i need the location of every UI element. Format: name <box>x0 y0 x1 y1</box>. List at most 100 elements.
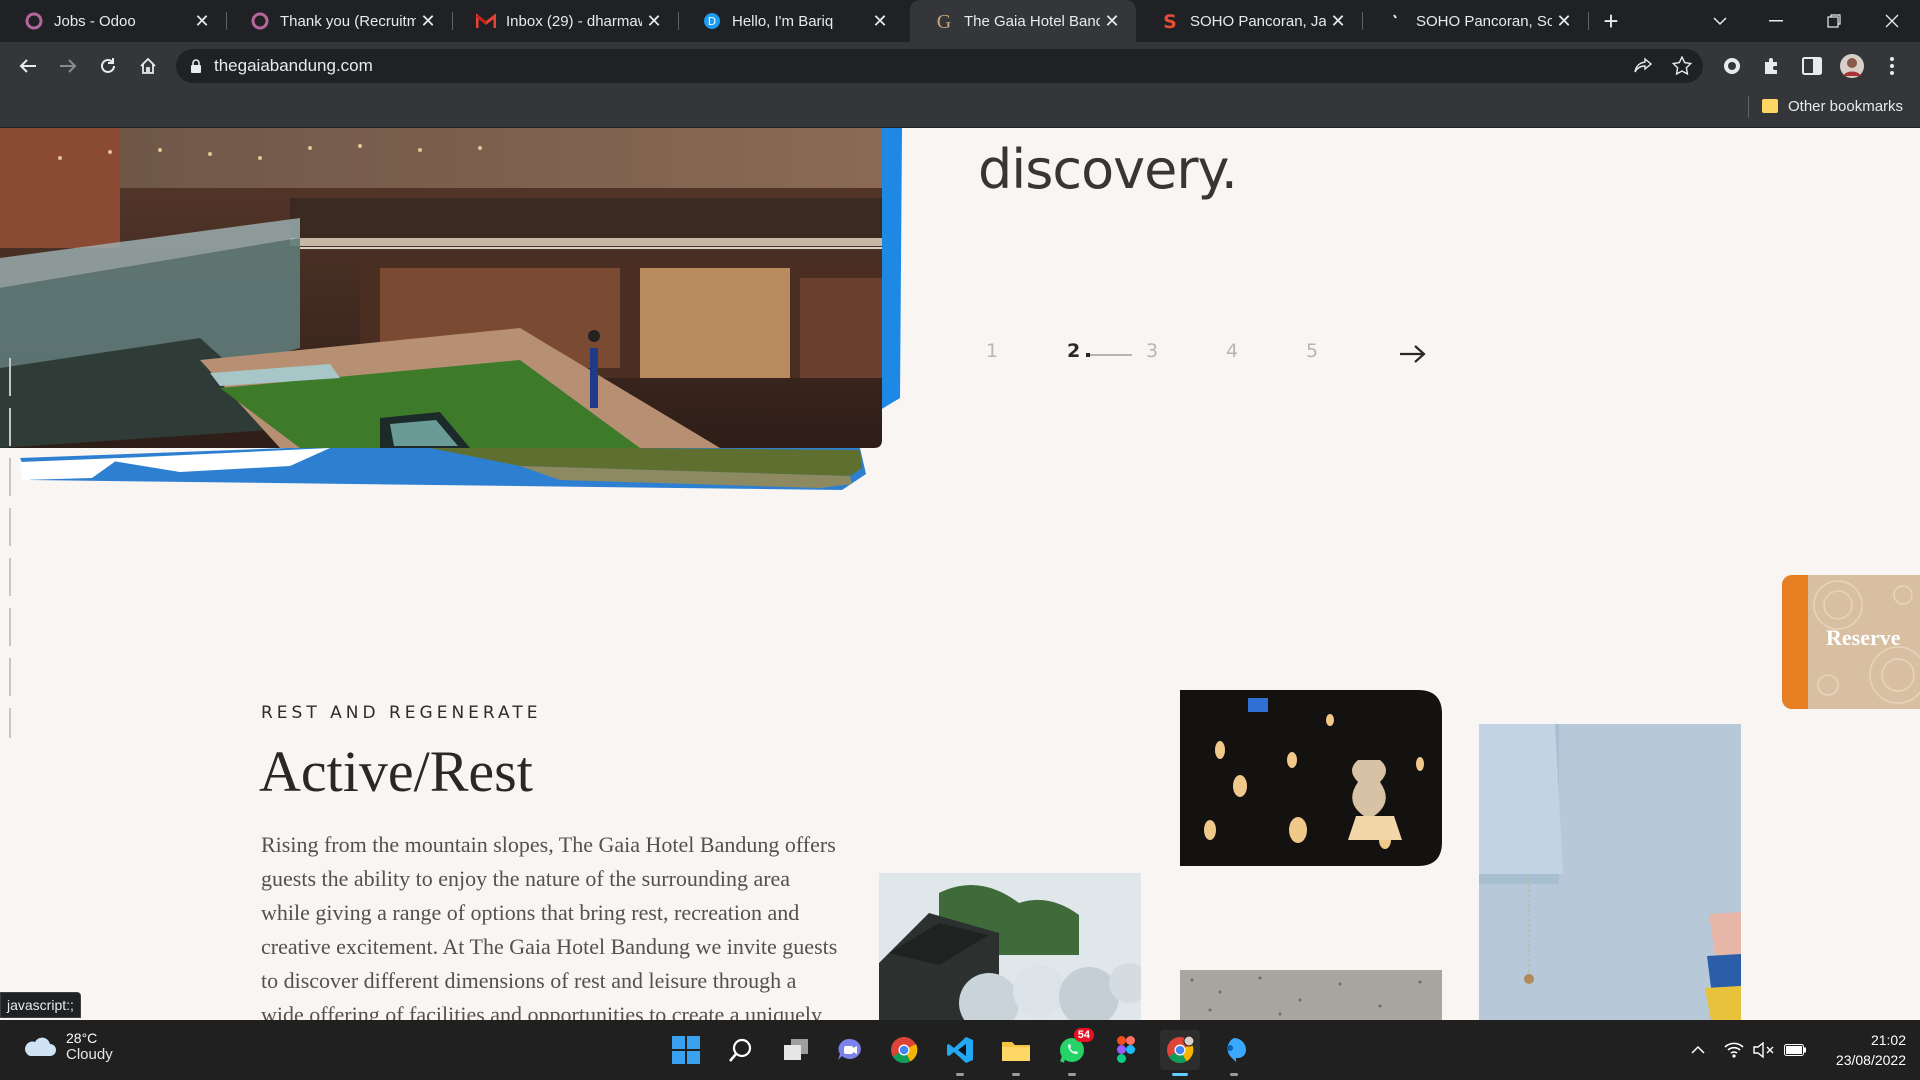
other-bookmarks-label: Other bookmarks <box>1788 97 1904 115</box>
whatsapp-taskbar-button[interactable]: 54 <box>1052 1028 1094 1076</box>
link-status-bubble: javascript:; <box>0 992 81 1018</box>
minimize-button[interactable] <box>1748 0 1804 42</box>
pager-item-1[interactable]: 1 <box>986 340 998 362</box>
home-icon <box>140 57 156 74</box>
close-icon <box>1885 14 1899 28</box>
forward-arrow-icon <box>60 59 77 73</box>
close-tab-icon[interactable]: ✕ <box>1552 9 1576 33</box>
restore-icon <box>1827 14 1841 28</box>
tab-title: Hello, I'm Bariq <box>732 12 834 30</box>
figma-taskbar-button[interactable] <box>1106 1030 1146 1070</box>
menu-kebab-icon[interactable] <box>1876 50 1908 82</box>
tab-soho-jakarta[interactable]: S SOHO Pancoran, Jaka ✕ <box>1136 0 1362 42</box>
close-tab-icon[interactable]: ✕ <box>416 9 440 33</box>
new-tab-button[interactable]: + <box>1596 6 1626 36</box>
hero-image-carousel[interactable] <box>0 128 920 498</box>
tab-soho-south[interactable]: SOHO Pancoran, Sout ✕ <box>1362 0 1588 42</box>
svg-text:D: D <box>708 15 716 28</box>
section-eyebrow: REST AND REGENERATE <box>261 703 542 723</box>
tab-search-button[interactable] <box>1692 0 1748 42</box>
back-button[interactable] <box>12 50 44 82</box>
pager-item-3[interactable]: 3 <box>1146 340 1158 362</box>
volume-muted-icon[interactable] <box>1752 1040 1776 1060</box>
chrome-icon <box>891 1037 918 1064</box>
chrome-profile-taskbar-button[interactable] <box>1160 1030 1200 1076</box>
web-page: and rest, revitalization, and discovery.… <box>0 128 1920 1020</box>
share-icon[interactable] <box>1631 54 1655 78</box>
wifi-icon[interactable] <box>1722 1040 1746 1060</box>
folder-icon <box>1002 1042 1030 1061</box>
running-indicator <box>1230 1073 1238 1076</box>
tab-title: Thank you (Recruitme <box>280 12 416 30</box>
close-tab-icon[interactable]: ✕ <box>1326 9 1350 33</box>
close-tab-icon[interactable]: ✕ <box>868 9 892 33</box>
weather-condition: Cloudy <box>66 1046 113 1063</box>
close-tab-icon[interactable]: ✕ <box>642 9 666 33</box>
search-button[interactable] <box>720 1030 760 1070</box>
tab-thank-you[interactable]: Thank you (Recruitme ✕ <box>226 0 452 42</box>
vscode-taskbar-button[interactable] <box>940 1030 980 1076</box>
tick-icon <box>1386 11 1406 31</box>
weather-widget[interactable]: 28°C Cloudy <box>22 1030 113 1063</box>
close-tab-icon[interactable]: ✕ <box>190 9 214 33</box>
extensions-puzzle-icon[interactable] <box>1756 50 1788 82</box>
reserve-label: Reserve <box>1826 625 1901 650</box>
d-icon: D <box>702 11 722 31</box>
gallery-image-lamp-stones[interactable] <box>1479 724 1741 1020</box>
carousel-pager: 1 2 3 4 5 <box>0 340 1500 370</box>
taskbar-clock[interactable]: 21:02 23/08/2022 <box>1820 1030 1906 1070</box>
other-bookmarks-button[interactable]: Other bookmarks <box>1762 94 1903 118</box>
pager-progress-line <box>1086 354 1132 356</box>
close-window-button[interactable] <box>1864 0 1920 42</box>
chrome-taskbar-button[interactable] <box>884 1030 924 1070</box>
address-bar[interactable]: thegaiabandung.com <box>176 49 1703 83</box>
extension-dark-reader-icon[interactable] <box>1716 50 1748 82</box>
show-hidden-icons-button[interactable] <box>1688 1040 1708 1060</box>
pager-item-4[interactable]: 4 <box>1226 340 1238 362</box>
weather-temp: 28°C <box>66 1030 98 1046</box>
home-button[interactable] <box>132 50 164 82</box>
tab-title: SOHO Pancoran, Sout <box>1416 12 1552 30</box>
task-view-button[interactable] <box>776 1030 816 1070</box>
tab-title: SOHO Pancoran, Jaka <box>1190 12 1326 30</box>
profile-avatar[interactable] <box>1836 50 1868 82</box>
s-icon: S <box>1160 11 1180 31</box>
notification-badge: 54 <box>1073 1028 1094 1042</box>
tab-inbox[interactable]: Inbox (29) - dharmaw ✕ <box>452 0 678 42</box>
tab-jobs-odoo[interactable]: Jobs - Odoo ✕ <box>0 0 226 42</box>
reload-icon <box>101 58 115 73</box>
gmail-icon <box>476 11 496 31</box>
hero-heading-cut-line: and rest, revitalization, and <box>978 128 1692 136</box>
forward-button[interactable] <box>52 50 84 82</box>
start-button[interactable] <box>666 1030 706 1070</box>
teams-chat-button[interactable] <box>830 1030 870 1070</box>
gallery-image-terrazzo[interactable] <box>1180 970 1442 1020</box>
bookmarks-divider <box>1748 96 1749 118</box>
clock-date: 23/08/2022 <box>1835 1052 1906 1068</box>
odoo-icon <box>250 11 270 31</box>
pager-item-2[interactable]: 2 <box>1067 340 1080 362</box>
lock-icon[interactable] <box>190 59 202 73</box>
task-view-icon <box>784 1039 808 1060</box>
tab-gaia-hotel[interactable]: G The Gaia Hotel Bandu ✕ <box>910 0 1136 42</box>
gallery-image-domes[interactable] <box>879 873 1141 1020</box>
hero-heading-tail: discovery. <box>978 138 1238 201</box>
section-body: Rising from the mountain slopes, The Gai… <box>261 832 838 1020</box>
folder-icon <box>1762 99 1778 113</box>
restore-button[interactable] <box>1806 0 1862 42</box>
pager-item-5[interactable]: 5 <box>1306 340 1318 362</box>
url-text: thegaiabandung.com <box>214 56 373 75</box>
battery-icon[interactable] <box>1782 1040 1808 1060</box>
tab-bariq[interactable]: D Hello, I'm Bariq ✕ <box>678 0 904 42</box>
next-slide-button[interactable] <box>1398 342 1428 366</box>
gallery-image-lamps[interactable] <box>1180 690 1442 866</box>
teams-chat-icon <box>838 1038 861 1060</box>
reload-button[interactable] <box>92 50 124 82</box>
side-panel-icon[interactable] <box>1796 50 1828 82</box>
edge-dev-taskbar-button[interactable] <box>1214 1030 1254 1076</box>
bookmark-star-icon[interactable] <box>1670 54 1694 78</box>
reserve-button[interactable]: Reserve <box>1782 575 1920 709</box>
running-indicator <box>1172 1073 1188 1076</box>
close-tab-icon[interactable]: ✕ <box>1100 9 1124 33</box>
file-explorer-button[interactable] <box>996 1030 1036 1076</box>
